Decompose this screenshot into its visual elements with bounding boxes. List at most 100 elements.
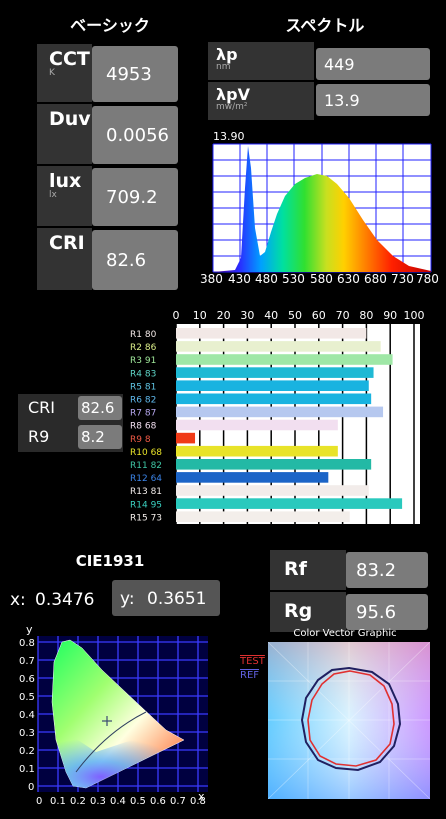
cri-bar-r7 <box>176 406 384 418</box>
lpv-value: 13.9 <box>316 84 430 116</box>
cri-bar-r6 <box>176 393 372 405</box>
rg-label: Rg <box>270 592 346 632</box>
cie-x-tick: 0 <box>36 796 42 807</box>
spec-tick: 780 <box>416 272 439 286</box>
cri-row-label: R7 87 <box>130 409 156 419</box>
lpv-label: λpV mw/m² <box>208 82 314 120</box>
cri-row-label: R3 91 <box>130 356 156 366</box>
spec-tick: 680 <box>364 272 387 286</box>
spec-tick: 380 <box>200 272 223 286</box>
spectrum-peak-label: 13.90 <box>213 130 245 143</box>
cri-row-label: R5 81 <box>130 382 156 392</box>
cri-summary: CRI 82.6 R9 8.2 <box>18 394 123 452</box>
cri-row-label: R4 83 <box>130 369 156 379</box>
cri-summary-label: CRI <box>28 398 56 417</box>
color-vector-chart <box>268 642 430 799</box>
spectrum-x-ticks: 380 430 480 530 580 630 680 730 780 <box>200 272 440 288</box>
cie-y-label: y: <box>120 589 135 609</box>
cri-bar-r2 <box>176 341 381 352</box>
cri-row-label: R8 68 <box>130 422 157 432</box>
cri-bar-r9 <box>176 432 196 444</box>
cri-bar-r12 <box>176 472 329 483</box>
cie-y-tick: 0.2 <box>19 746 35 757</box>
spec-tick: 730 <box>391 272 414 286</box>
rg-value: 95.6 <box>346 594 428 630</box>
cri-bar-r3 <box>176 354 393 365</box>
cri-x-tick: 80 <box>359 309 373 322</box>
cri-bar-r4 <box>176 367 374 378</box>
cri-bar-chart: R1 80 R2 86 R3 91 R4 83 R5 81 R6 82 R7 87 R8 68… <box>126 306 424 524</box>
cri-row-label: R13 81 <box>130 487 162 497</box>
cie-x-value: 0.3476 <box>35 590 95 610</box>
spec-tick: 580 <box>310 272 333 286</box>
cri-summary-value: 82.6 <box>78 396 122 420</box>
spectrum-chart: 13.90 <box>212 130 432 273</box>
lux-label: lux lx <box>37 166 92 226</box>
cri-x-tick: 70 <box>336 309 350 322</box>
cri-basic-label-text: CRI <box>49 232 85 254</box>
cie-x-tick: 0.4 <box>110 796 126 807</box>
cie-y-box: y: 0.3651 <box>112 580 220 616</box>
cri-row-label: R10 68 <box>130 448 162 458</box>
cie-y-value: 0.3651 <box>147 589 207 609</box>
cri-row-label: R14 95 <box>130 500 162 510</box>
duv-label: Duv <box>37 104 92 164</box>
r9-summary-value: 8.2 <box>78 425 122 449</box>
cie-x-ticks: 0 0.1 0.2 0.3 0.4 0.5 0.6 0.7 0.8 <box>36 796 206 807</box>
cie-x-tick: 0.5 <box>130 796 146 807</box>
cri-bar-r8 <box>176 419 338 431</box>
spectrum-title: スペクトル <box>285 16 365 35</box>
cri-row-label: R2 86 <box>130 343 157 353</box>
cie-x-tick: 0.8 <box>190 796 206 807</box>
color-vector-title: Color Vector Graphic <box>293 628 397 639</box>
cie-chart: y x 0.8 0.7 0.6 0.5 0.4 0.3 0.2 0.1 0 0 … <box>19 623 208 807</box>
cri-x-tick: 90 <box>383 309 397 322</box>
cri-bar-r15 <box>176 511 350 522</box>
cie-x-label: x: <box>10 590 26 610</box>
tm30-legend-test: TEST <box>240 656 265 667</box>
cri-x-tick: 10 <box>193 309 207 322</box>
cri-row-label: R9 8 <box>130 435 151 445</box>
cri-basic-value: 82.6 <box>92 230 178 290</box>
duv-value: 0.0056 <box>92 106 178 164</box>
cie-x-tick: 0.1 <box>50 796 66 807</box>
cri-bar-r5 <box>176 380 369 391</box>
lp-value: 449 <box>316 48 430 80</box>
cct-value: 4953 <box>92 46 178 102</box>
cri-x-tick: 50 <box>288 309 302 322</box>
cie-x-tick: 0.7 <box>170 796 186 807</box>
spec-tick: 630 <box>337 272 360 286</box>
cct-label-text: CCT <box>49 48 90 70</box>
cie-title: CIE1931 <box>75 552 145 570</box>
cie-y-tick: 0.4 <box>19 710 35 721</box>
cri-bar-r10 <box>176 445 338 457</box>
cie-x-tick: 0.3 <box>90 796 106 807</box>
rf-label: Rf <box>270 550 346 590</box>
cri-x-tick: 60 <box>312 309 326 322</box>
cri-row-label: R6 82 <box>130 396 156 406</box>
cie-x-tick: 0.2 <box>70 796 86 807</box>
duv-label-text: Duv <box>49 108 91 130</box>
cie-y-tick: 0.7 <box>19 656 35 667</box>
cri-bar-r11 <box>176 459 372 470</box>
cie-y-axis-title: y <box>26 623 33 636</box>
cri-row-label: R12 64 <box>130 474 162 484</box>
cri-row-label: R11 82 <box>130 461 162 471</box>
cie-y-tick: 0.6 <box>19 674 35 685</box>
cri-bar-r13 <box>176 485 369 496</box>
cri-bar-r14 <box>176 498 403 509</box>
cri-x-tick: 100 <box>404 309 425 322</box>
cie-y-ticks: 0.8 0.7 0.6 0.5 0.4 0.3 0.2 0.1 0 <box>19 638 35 793</box>
cie-x-tick: 0.6 <box>150 796 166 807</box>
cct-label: CCT K <box>37 44 92 102</box>
cri-basic-label: CRI <box>37 228 92 290</box>
cri-row-label: R1 80 <box>130 330 157 340</box>
basic-title: ベーシック <box>70 16 150 35</box>
cie-y-tick: 0.3 <box>19 728 35 739</box>
spec-tick: 430 <box>228 272 251 286</box>
spec-tick: 480 <box>255 272 278 286</box>
cri-bar-r1 <box>176 328 367 339</box>
cri-x-tick: 30 <box>240 309 254 322</box>
spec-tick: 530 <box>282 272 305 286</box>
r9-summary-label: R9 <box>28 427 50 446</box>
